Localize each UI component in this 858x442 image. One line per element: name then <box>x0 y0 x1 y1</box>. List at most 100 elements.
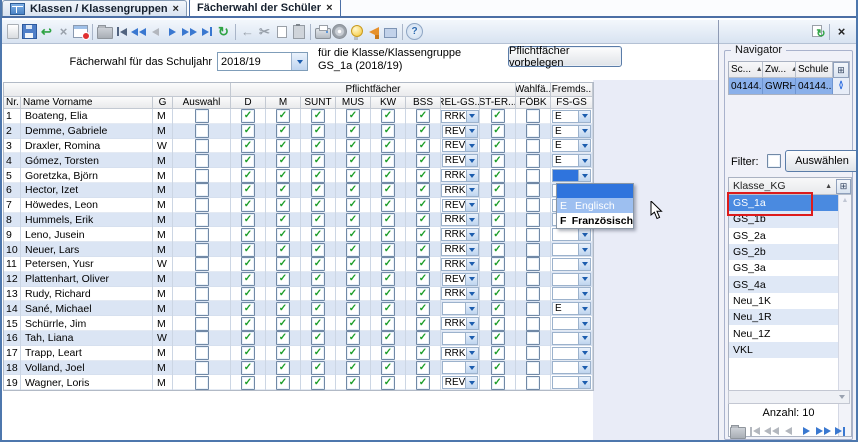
MUS-checkbox[interactable]: ✓ <box>346 124 360 138</box>
chevron-down-icon[interactable] <box>578 377 590 388</box>
chevron-down-icon[interactable] <box>465 303 477 314</box>
rel_gs-combo[interactable]: RRK <box>441 243 478 256</box>
foebk-checkbox[interactable] <box>526 243 540 257</box>
delete-button[interactable]: × <box>55 22 72 41</box>
fs_gs-combo[interactable] <box>552 169 591 182</box>
D-checkbox[interactable]: ✓ <box>241 317 255 331</box>
foebk-checkbox[interactable] <box>526 109 540 123</box>
school-col-header[interactable]: Sc... ▲1 <box>729 62 763 78</box>
KW-checkbox[interactable]: ✓ <box>381 169 395 183</box>
next-record-button[interactable] <box>164 22 181 41</box>
M-checkbox[interactable]: ✓ <box>276 257 290 271</box>
column-header-kw[interactable]: KW <box>371 97 406 109</box>
SUNT-checkbox[interactable]: ✓ <box>311 213 325 227</box>
auswahl-checkbox[interactable] <box>195 272 209 286</box>
new-record-button[interactable] <box>4 22 21 41</box>
class-list-item[interactable]: GS_1b <box>729 211 838 227</box>
KW-checkbox[interactable]: ✓ <box>381 198 395 212</box>
M-checkbox[interactable]: ✓ <box>276 169 290 183</box>
BSS-checkbox[interactable]: ✓ <box>416 287 430 301</box>
copy-button[interactable] <box>273 22 290 41</box>
notification-button[interactable] <box>365 22 382 41</box>
table-row[interactable]: 12Plattenhart, OliverM✓✓✓✓✓✓REV✓ <box>4 272 593 287</box>
class-list-item[interactable]: GS_2b <box>729 244 838 260</box>
spin-down-icon[interactable]: ∨ <box>838 86 843 90</box>
auswahl-checkbox[interactable] <box>195 183 209 197</box>
rel_gs-combo[interactable]: RRK <box>441 258 478 271</box>
foebk-checkbox[interactable] <box>526 228 540 242</box>
M-checkbox[interactable]: ✓ <box>276 287 290 301</box>
M-checkbox[interactable]: ✓ <box>276 154 290 168</box>
column-header-name-vorname[interactable]: Name Vorname <box>21 97 153 109</box>
column-header-mus[interactable]: MUS <box>336 97 371 109</box>
st_er-checkbox[interactable]: ✓ <box>491 198 505 212</box>
st_er-checkbox[interactable]: ✓ <box>491 139 505 153</box>
rel_gs-combo[interactable]: REV <box>442 376 479 389</box>
st_er-checkbox[interactable]: ✓ <box>491 124 505 138</box>
column-chooser-button[interactable]: ⊞ <box>836 179 851 194</box>
D-checkbox[interactable]: ✓ <box>241 109 255 123</box>
st_er-checkbox[interactable]: ✓ <box>491 361 505 375</box>
chevron-down-icon[interactable] <box>465 333 477 344</box>
undo-button[interactable]: ↩ <box>38 22 55 41</box>
class-list-item[interactable]: GS_2a <box>729 228 838 244</box>
D-checkbox[interactable]: ✓ <box>241 124 255 138</box>
MUS-checkbox[interactable]: ✓ <box>346 272 360 286</box>
fs_gs-combo[interactable]: E <box>552 110 591 123</box>
paste-button[interactable] <box>290 22 307 41</box>
SUNT-checkbox[interactable]: ✓ <box>311 228 325 242</box>
chevron-down-icon[interactable] <box>466 244 478 255</box>
st_er-checkbox[interactable]: ✓ <box>491 154 505 168</box>
refresh-view-button[interactable]: ↻ <box>809 22 826 41</box>
SUNT-checkbox[interactable]: ✓ <box>311 302 325 316</box>
M-checkbox[interactable]: ✓ <box>276 198 290 212</box>
rel_gs-combo[interactable]: REV <box>442 125 479 138</box>
class-list-item[interactable]: GS_1a <box>729 195 838 211</box>
MUS-checkbox[interactable]: ✓ <box>346 183 360 197</box>
chevron-down-icon[interactable] <box>578 140 590 151</box>
rel_gs-combo[interactable]: RRK <box>441 228 478 241</box>
rel_gs-combo[interactable] <box>442 332 478 345</box>
column-header-st-er-[interactable]: ST-ER... <box>480 97 516 109</box>
BSS-checkbox[interactable]: ✓ <box>416 376 430 390</box>
export-button[interactable] <box>331 22 348 41</box>
foebk-checkbox[interactable] <box>526 361 540 375</box>
chevron-down-icon[interactable] <box>466 111 478 122</box>
close-panel-button[interactable]: × <box>833 22 850 41</box>
KW-checkbox[interactable]: ✓ <box>381 376 395 390</box>
MUS-checkbox[interactable]: ✓ <box>346 361 360 375</box>
BSS-checkbox[interactable]: ✓ <box>416 124 430 138</box>
column-header-m[interactable]: M <box>266 97 301 109</box>
auswahl-checkbox[interactable] <box>195 331 209 345</box>
auswahl-checkbox[interactable] <box>195 361 209 375</box>
form-button[interactable] <box>72 22 89 41</box>
auswahl-checkbox[interactable] <box>195 169 209 183</box>
SUNT-checkbox[interactable]: ✓ <box>311 183 325 197</box>
chevron-down-icon[interactable] <box>466 288 478 299</box>
M-checkbox[interactable]: ✓ <box>276 213 290 227</box>
tab-close-icon[interactable]: × <box>326 2 332 14</box>
KW-checkbox[interactable]: ✓ <box>381 257 395 271</box>
fast-back-button[interactable] <box>130 22 147 41</box>
chevron-down-icon[interactable] <box>578 318 590 329</box>
table-row[interactable]: 16Tah, LianaW✓✓✓✓✓✓✓ <box>4 331 593 346</box>
KW-checkbox[interactable]: ✓ <box>381 109 395 123</box>
tab-faecherwahl[interactable]: Fächerwahl der Schüler × <box>189 0 341 16</box>
chevron-down-icon[interactable] <box>578 259 590 270</box>
table-row[interactable]: 15Schürrle, JimM✓✓✓✓✓✓RRK✓ <box>4 316 593 331</box>
M-checkbox[interactable]: ✓ <box>276 346 290 360</box>
D-checkbox[interactable]: ✓ <box>241 376 255 390</box>
st_er-checkbox[interactable]: ✓ <box>491 169 505 183</box>
table-row[interactable]: 8Hummels, ErikM✓✓✓✓✓✓RRK✓ <box>4 213 593 228</box>
M-checkbox[interactable]: ✓ <box>276 109 290 123</box>
next-record-button[interactable] <box>798 422 815 441</box>
rel_gs-combo[interactable]: RRK <box>441 169 478 182</box>
foebk-checkbox[interactable] <box>526 154 540 168</box>
foebk-checkbox[interactable] <box>526 257 540 271</box>
KW-checkbox[interactable]: ✓ <box>381 213 395 227</box>
M-checkbox[interactable]: ✓ <box>276 302 290 316</box>
fast-back-button[interactable] <box>763 422 780 441</box>
foebk-checkbox[interactable] <box>526 317 540 331</box>
MUS-checkbox[interactable]: ✓ <box>346 139 360 153</box>
MUS-checkbox[interactable]: ✓ <box>346 169 360 183</box>
